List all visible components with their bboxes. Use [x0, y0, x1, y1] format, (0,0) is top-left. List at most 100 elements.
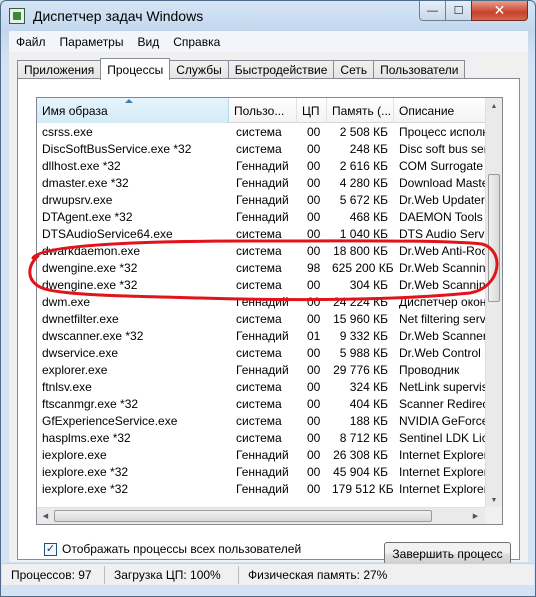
process-name: dwengine.exe *32: [42, 261, 138, 275]
maximize-button[interactable]: ☐: [445, 1, 472, 21]
process-row[interactable]: dwengine.exe *32 система 98 625 200 КБ Dr.We…: [37, 260, 492, 277]
column-user[interactable]: Пользо...: [229, 98, 297, 123]
process-row[interactable]: iexplore.exe *32 Геннадий 00 179 512 КБ Inte…: [37, 481, 492, 498]
process-user: Геннадий: [236, 363, 289, 377]
process-name: dwservice.exe: [42, 346, 119, 360]
process-row[interactable]: ftscanmgr.exe *32 система 00 404 КБ Scanner …: [37, 396, 492, 413]
process-description: Dr.Web Control S: [399, 346, 492, 360]
sort-ascending-icon: [125, 99, 133, 103]
process-row[interactable]: iexplore.exe *32 Геннадий 00 45 904 КБ Inter…: [37, 464, 492, 481]
process-row[interactable]: hasplms.exe *32 система 00 8 712 КБ Sentinel…: [37, 430, 492, 447]
process-name: ftnlsv.exe: [42, 380, 92, 394]
process-description: Scanner Redirecti: [399, 397, 492, 411]
minimize-button[interactable]: —: [419, 1, 446, 21]
show-all-users-checkbox[interactable]: ✓: [44, 542, 57, 556]
task-manager-window: Диспетчер задач Windows — ☐ ✕ Файл Парам…: [0, 0, 536, 597]
process-row[interactable]: ftnlsv.exe система 00 324 КБ NetLink supervi…: [37, 379, 492, 396]
process-user: система: [236, 346, 282, 360]
process-memory: 188 КБ: [349, 414, 388, 428]
horizontal-scroll-thumb[interactable]: [54, 510, 432, 522]
process-description: Dr.Web Scanning: [399, 261, 492, 275]
process-description: Dr.Web Updater: [399, 193, 485, 207]
show-all-users-option[interactable]: ✓ Отображать процессы всех пользователей: [44, 542, 301, 556]
status-bar: Процессов: 97 Загрузка ЦП: 100% Физическ…: [2, 563, 534, 585]
process-user: система: [236, 380, 282, 394]
process-row[interactable]: DiscSoftBusService.exe *32 система 00 248 К…: [37, 141, 492, 158]
process-description: DAEMON Tools Ult: [399, 210, 492, 224]
process-row[interactable]: dwservice.exe система 00 5 988 КБ Dr.Web Con…: [37, 345, 492, 362]
process-user: система: [236, 142, 282, 156]
scroll-left-icon[interactable]: ◀: [37, 508, 54, 524]
status-process-count: Процессов: 97: [2, 565, 105, 584]
process-row[interactable]: GfExperienceService.exe система 00 188 КБ NV…: [37, 413, 492, 430]
column-description[interactable]: Описание: [394, 98, 492, 123]
process-cpu: 00: [307, 448, 321, 462]
vertical-scroll-thumb[interactable]: [488, 174, 500, 302]
scroll-up-icon[interactable]: ▲: [486, 98, 502, 115]
tab-users[interactable]: Пользователи: [373, 60, 466, 79]
process-cpu: 00: [307, 244, 321, 258]
tab-services[interactable]: Службы: [169, 60, 229, 79]
process-cpu: 00: [307, 159, 321, 173]
process-user: система: [236, 261, 282, 275]
menu-file[interactable]: Файл: [9, 35, 53, 49]
tab-applications[interactable]: Приложения: [17, 60, 102, 79]
vertical-scrollbar[interactable]: ▲ ▼: [485, 98, 502, 509]
process-user: система: [236, 278, 282, 292]
tab-network[interactable]: Сеть: [333, 60, 375, 79]
title-bar[interactable]: Диспетчер задач Windows — ☐ ✕: [1, 1, 535, 31]
process-row[interactable]: explorer.exe Геннадий 00 29 776 КБ Проводник: [37, 362, 492, 379]
menu-options[interactable]: Параметры: [53, 35, 131, 49]
process-description: Net filtering servi: [399, 312, 489, 326]
close-button[interactable]: ✕: [471, 1, 528, 21]
tab-performance[interactable]: Быстродействие: [227, 60, 335, 79]
process-cpu: 00: [307, 176, 321, 190]
process-user: система: [236, 312, 282, 326]
process-description: COM Surrogate: [399, 159, 484, 173]
process-name: iexplore.exe *32: [42, 482, 129, 496]
process-user: Геннадий: [236, 159, 289, 173]
process-row[interactable]: dwm.exe Геннадий 00 24 224 КБ Диспетчер окон: [37, 294, 492, 311]
menu-help[interactable]: Справка: [166, 35, 227, 49]
process-memory: 29 776 КБ: [333, 363, 388, 377]
process-row[interactable]: dwarkdaemon.exe система 00 18 800 КБ Dr.Web …: [37, 243, 492, 260]
process-row[interactable]: dwscanner.exe *32 Геннадий 01 9 332 КБ Dr.We…: [37, 328, 492, 345]
process-rows: csrss.exe система 00 2 508 КБ Процесс исполн…: [37, 124, 492, 498]
process-cpu: 00: [307, 380, 321, 394]
process-row[interactable]: dllhost.exe *32 Геннадий 00 2 616 КБ COM Sur…: [37, 158, 492, 175]
column-memory[interactable]: Память (...: [327, 98, 394, 123]
process-user: Геннадий: [236, 176, 289, 190]
horizontal-scrollbar[interactable]: ◀ ▶: [37, 507, 502, 524]
process-memory: 4 280 КБ: [339, 176, 388, 190]
process-row[interactable]: DTSAudioService64.exe система 00 1 040 КБ DT…: [37, 226, 492, 243]
process-row[interactable]: dmaster.exe *32 Геннадий 00 4 280 КБ Downloa…: [37, 175, 492, 192]
end-process-button[interactable]: Завершить процесс: [384, 542, 511, 565]
process-list[interactable]: Имя образа Пользо... ЦП Память (... Опис…: [36, 97, 503, 525]
process-memory: 45 904 КБ: [333, 465, 388, 479]
process-user: Геннадий: [236, 482, 289, 496]
processes-panel: Имя образа Пользо... ЦП Память (... Опис…: [17, 78, 520, 565]
process-description: Internet Explorer: [399, 482, 488, 496]
column-cpu[interactable]: ЦП: [297, 98, 327, 123]
process-memory: 248 КБ: [349, 142, 388, 156]
process-row[interactable]: dwnetfilter.exe система 00 15 960 КБ Net fil…: [37, 311, 492, 328]
tab-processes[interactable]: Процессы: [100, 58, 171, 80]
column-image-name[interactable]: Имя образа: [37, 98, 229, 123]
process-row[interactable]: csrss.exe система 00 2 508 КБ Процесс исполн…: [37, 124, 492, 141]
process-memory: 324 КБ: [349, 380, 388, 394]
process-user: система: [236, 125, 282, 139]
menu-view[interactable]: Вид: [130, 35, 166, 49]
process-row[interactable]: iexplore.exe Геннадий 00 26 308 КБ Internet …: [37, 447, 492, 464]
process-description: Dr.Web Scanner S: [399, 329, 492, 343]
process-memory: 15 960 КБ: [333, 312, 388, 326]
process-description: Проводник: [399, 363, 460, 377]
scroll-right-icon[interactable]: ▶: [467, 508, 484, 524]
menu-bar: Файл Параметры Вид Справка: [9, 31, 528, 52]
process-user: система: [236, 431, 282, 445]
process-row[interactable]: drwupsrv.exe Геннадий 00 5 672 КБ Dr.Web Upd…: [37, 192, 492, 209]
process-row[interactable]: dwengine.exe *32 система 00 304 КБ Dr.Web Sc…: [37, 277, 492, 294]
process-user: Геннадий: [236, 329, 289, 343]
process-description: Internet Explorer: [399, 448, 488, 462]
process-row[interactable]: DTAgent.exe *32 Геннадий 00 468 КБ DAEMON To…: [37, 209, 492, 226]
process-name: GfExperienceService.exe: [42, 414, 178, 428]
